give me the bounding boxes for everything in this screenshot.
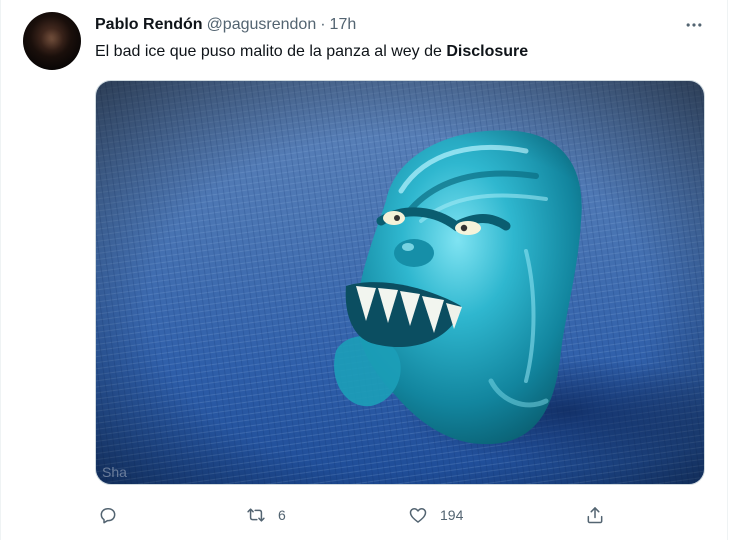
retweet-icon	[247, 508, 265, 522]
tweet-header: Pablo Rendón @pagusrendon · 17h	[95, 14, 356, 36]
tweet-text: El bad ice que puso malito de la panza a…	[95, 41, 528, 63]
share-button[interactable]	[585, 500, 605, 530]
tweet-text-bold: Disclosure	[446, 43, 529, 60]
tweet-photo[interactable]: Sha	[95, 80, 705, 485]
tweet-text-plain: El bad ice que puso malito de la panza a…	[95, 43, 447, 60]
avatar[interactable]	[23, 12, 81, 70]
photo-watermark: Sha	[102, 464, 127, 480]
reply-icon	[100, 508, 116, 524]
reply-button[interactable]	[98, 500, 130, 530]
author-name[interactable]: Pablo Rendón	[95, 16, 203, 34]
more-options-button[interactable]	[682, 14, 706, 36]
separator-dot: ·	[320, 16, 326, 33]
timeline-border-left	[0, 0, 1, 540]
photo-image: Sha	[96, 81, 704, 484]
like-count: 194	[440, 507, 464, 523]
retweet-count: 6	[278, 507, 286, 523]
share-icon	[587, 507, 603, 524]
tweet-timestamp[interactable]: 17h	[330, 16, 357, 34]
heart-icon	[409, 508, 427, 523]
retweet-button[interactable]: 6	[246, 500, 286, 530]
more-horizontal-icon	[686, 23, 702, 27]
like-button[interactable]: 194	[408, 500, 463, 530]
timeline-border-right	[727, 0, 728, 540]
tweet-actions: 6 194	[95, 500, 705, 530]
author-handle[interactable]: @pagusrendon	[207, 16, 317, 34]
